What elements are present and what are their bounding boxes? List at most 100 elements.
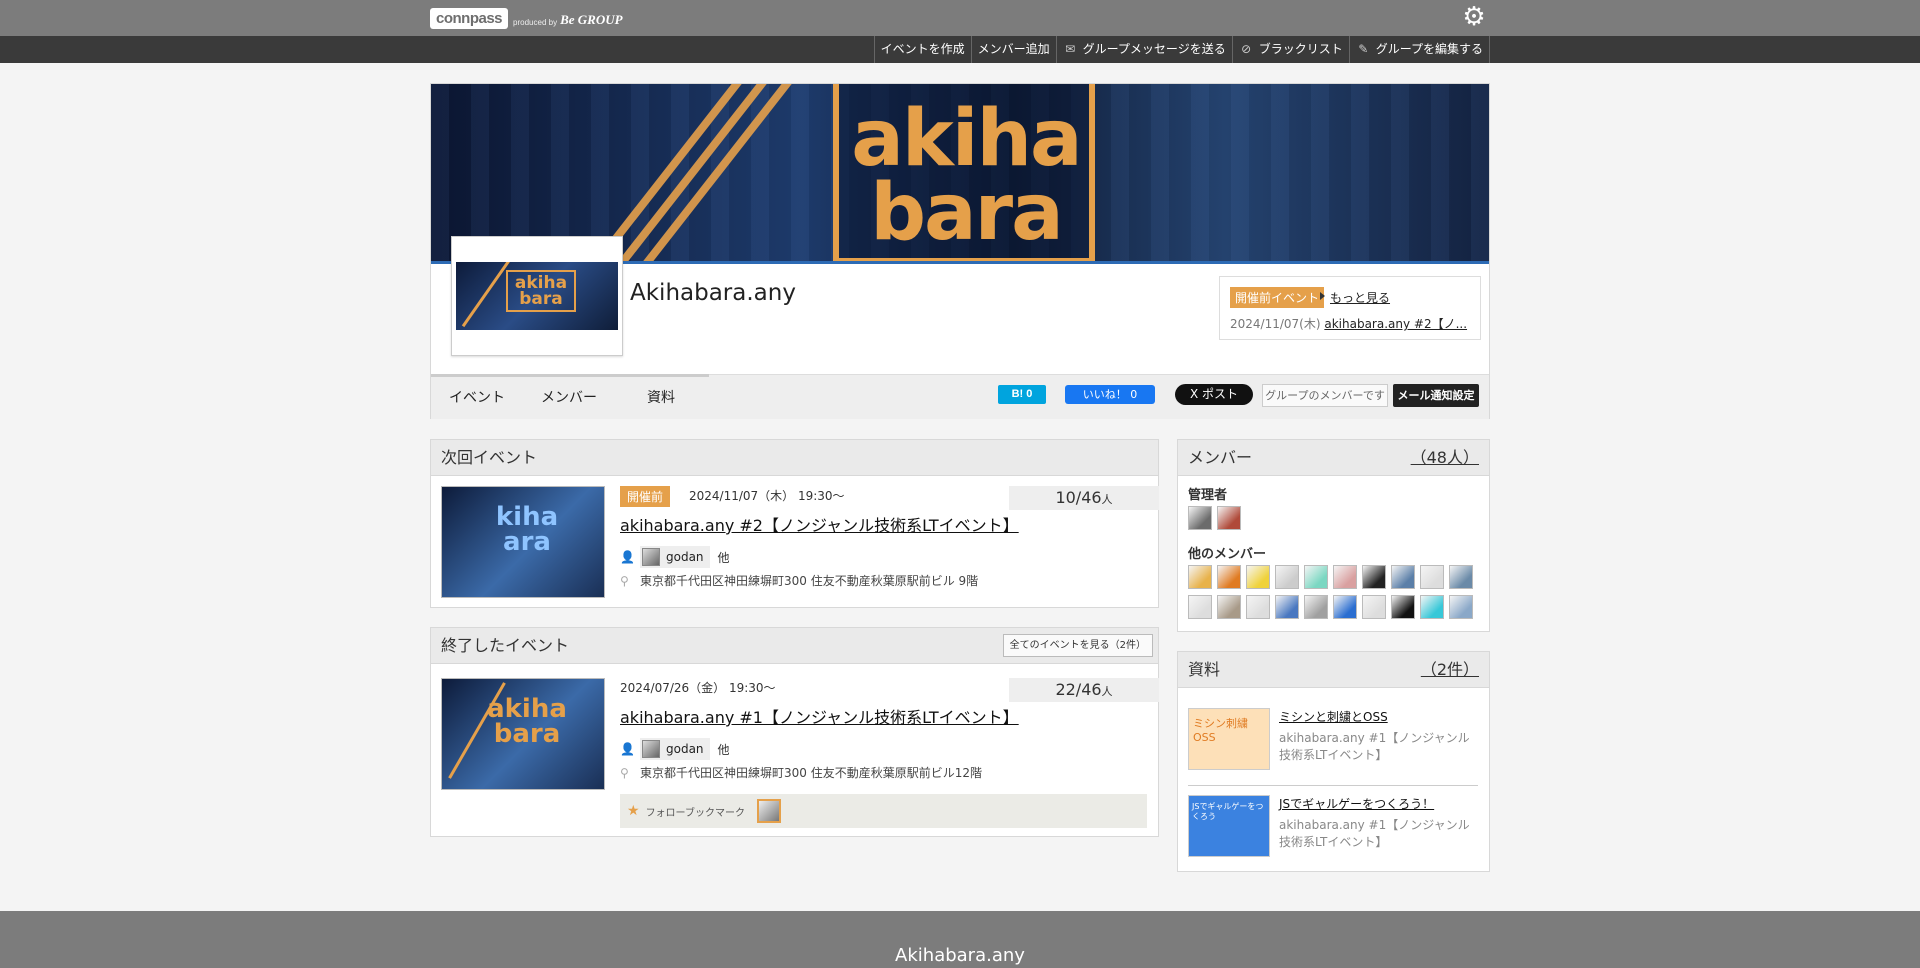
panel-heading: 資料 （2件） (1178, 652, 1489, 688)
add-member-link[interactable]: メンバー追加 (970, 36, 1056, 63)
organizer-chip[interactable]: godan (640, 738, 710, 760)
members-panel: メンバー （48人） 管理者 他のメンバー (1177, 439, 1490, 632)
group-header: akiha bara akiha bara Akihabara.any 開催前イ… (430, 83, 1490, 419)
edit-icon: ✎ (1358, 42, 1369, 56)
admin-bar: イベントを作成 メンバー追加 ✉ グループメッセージを送る ⊘ ブラックリスト ✎ グ… (0, 36, 1920, 63)
organizer-name: godan (666, 550, 704, 564)
avatar[interactable] (1333, 595, 1357, 619)
banner-text-line: akiha (851, 94, 1082, 184)
avatar[interactable] (1391, 595, 1415, 619)
participant-count: 10/46人 (1009, 486, 1159, 510)
avatar[interactable] (1362, 595, 1386, 619)
avatar[interactable] (1275, 565, 1299, 589)
logo-text: connpass (430, 7, 509, 29)
organizer-chip[interactable]: godan (640, 546, 710, 568)
tab-events[interactable]: イベント (449, 387, 505, 407)
avatar[interactable] (1188, 595, 1212, 619)
connpass-logo[interactable]: connpass produced by Be GROUP (430, 5, 623, 31)
event-organizer: 👤 godan 他 (620, 738, 730, 760)
upcoming-event-link[interactable]: akihabara.any #2【ノ... (1324, 317, 1467, 331)
avatar[interactable] (1304, 595, 1328, 619)
count-unit: 人 (1101, 685, 1113, 698)
thumbnail-image: akiha bara (456, 262, 618, 330)
panel-heading-text: 終了したイベント (441, 636, 570, 655)
event-place: ⚲ 東京都千代田区神田練塀町300 住友不動産秋葉原駅前ビル12階 (620, 764, 982, 781)
document-count-link[interactable]: （2件） (1421, 652, 1479, 688)
avatar[interactable] (1333, 565, 1357, 589)
documents-panel: 資料 （2件） ミシン刺繍OSS ミシンと刺繍とOSS akihabara.an… (1177, 651, 1490, 872)
participant-count: 22/46人 (1009, 678, 1159, 702)
divider (1188, 785, 1478, 786)
avatar[interactable] (1449, 595, 1473, 619)
avatar[interactable] (1449, 565, 1473, 589)
status-badge: 開催前 (620, 486, 671, 507)
organizer-name: godan (666, 742, 704, 756)
avatar[interactable] (1246, 595, 1270, 619)
document-item: JSでギャルゲーをつくろう JSでギャルゲーをつくろう！ akihabara.a… (1188, 795, 1478, 859)
admin-menu-label: グループメッセージを送る (1082, 42, 1226, 56)
place-text: 東京都千代田区神田練塀町300 住友不動産秋葉原駅前ビル12階 (640, 766, 982, 780)
member-avatar-list (1188, 565, 1478, 619)
send-group-message-link[interactable]: ✉ グループメッセージを送る (1055, 36, 1232, 63)
avatar[interactable] (1420, 565, 1444, 589)
thumbnail-text: akiha bara (506, 270, 576, 313)
avatar[interactable] (1217, 565, 1241, 589)
panel-heading-text: メンバー (1188, 448, 1253, 467)
document-thumbnail-text: ミシン刺繍OSS (1193, 717, 1248, 744)
document-thumbnail[interactable]: JSでギャルゲーをつくろう (1188, 795, 1270, 857)
event-title-link[interactable]: akihabara.any #2【ノンジャンル技術系LTイベント】 (620, 512, 1019, 536)
create-event-link[interactable]: イベントを作成 (873, 36, 971, 63)
avatar[interactable] (1362, 565, 1386, 589)
admins-section: 管理者 (1188, 484, 1478, 530)
avatar[interactable] (1420, 595, 1444, 619)
tab-documents[interactable]: 資料 (647, 387, 675, 407)
admins-label: 管理者 (1188, 488, 1228, 503)
event-title-link[interactable]: akihabara.any #1【ノンジャンル技術系LTイベント】 (620, 704, 1019, 728)
blacklist-link[interactable]: ⊘ ブラックリスト (1231, 36, 1349, 63)
all-events-button[interactable]: 全てのイベントを見る（2件） (1002, 634, 1153, 657)
avatar[interactable] (1391, 565, 1415, 589)
group-name: Akihabara.any (630, 280, 796, 306)
other-members-section: 他のメンバー (1188, 543, 1478, 619)
avatar[interactable] (1217, 506, 1241, 530)
gear-icon[interactable]: ⚙ (1460, 3, 1488, 31)
event-image[interactable]: kiha ara (441, 486, 605, 598)
avatar[interactable] (1246, 565, 1270, 589)
document-title-link[interactable]: JSでギャルゲーをつくろう！ (1279, 795, 1434, 812)
place-text: 東京都千代田区神田練塀町300 住友不動産秋葉原駅前ビル 9階 (640, 574, 979, 588)
x-post-button[interactable]: X ポスト (1175, 384, 1253, 405)
count-value: 22/46 (1055, 680, 1102, 699)
group-thumbnail: akiha bara (451, 236, 623, 356)
mail-settings-button[interactable]: メール通知設定 (1393, 384, 1479, 407)
document-title-link[interactable]: ミシンと刺繍とOSS (1279, 708, 1388, 725)
avatar[interactable] (1275, 595, 1299, 619)
more-link[interactable]: もっと見る (1330, 289, 1390, 306)
hatena-bookmark-button[interactable]: B! 0 (998, 385, 1046, 404)
avatar[interactable] (1188, 565, 1212, 589)
document-item: ミシン刺繍OSS ミシンと刺繍とOSS akihabara.any #1【ノンジ… (1188, 708, 1478, 772)
avatar[interactable] (1188, 506, 1212, 530)
admin-avatar-list (1188, 506, 1478, 530)
footer-title: Akihabara.any (895, 945, 1025, 966)
group-tab-bar: イベント メンバー 資料 B! 0 いいね！ 0 X ポスト グループのメンバー… (431, 374, 1489, 419)
edit-group-link[interactable]: ✎ グループを編集する (1348, 36, 1490, 63)
thumbnail-stripe (461, 262, 511, 328)
tab-members[interactable]: メンバー (541, 387, 597, 407)
event-image[interactable]: akiha bara (441, 678, 605, 790)
next-events-panel: 次回イベント kiha ara 開催前 2024/11/07（木） 19:30〜… (430, 439, 1159, 608)
person-icon: 👤 (620, 550, 635, 564)
member-count-link[interactable]: （48人） (1411, 440, 1479, 476)
facebook-like-button[interactable]: いいね！ 0 (1065, 385, 1155, 404)
count-unit: 人 (1101, 493, 1113, 506)
panel-heading: 終了したイベント 全てのイベントを見る（2件） (431, 628, 1158, 664)
member-status-button[interactable]: グループのメンバーです (1262, 384, 1388, 407)
map-pin-icon: ⚲ (620, 765, 629, 780)
triangle-right-icon (1320, 292, 1325, 300)
admin-menu-label: メンバー追加 (977, 42, 1050, 56)
avatar (642, 548, 660, 566)
avatar[interactable] (1217, 595, 1241, 619)
avatar[interactable] (756, 799, 781, 823)
star-icon: ★ (627, 803, 640, 819)
document-thumbnail[interactable]: ミシン刺繍OSS (1188, 708, 1270, 770)
avatar[interactable] (1304, 565, 1328, 589)
